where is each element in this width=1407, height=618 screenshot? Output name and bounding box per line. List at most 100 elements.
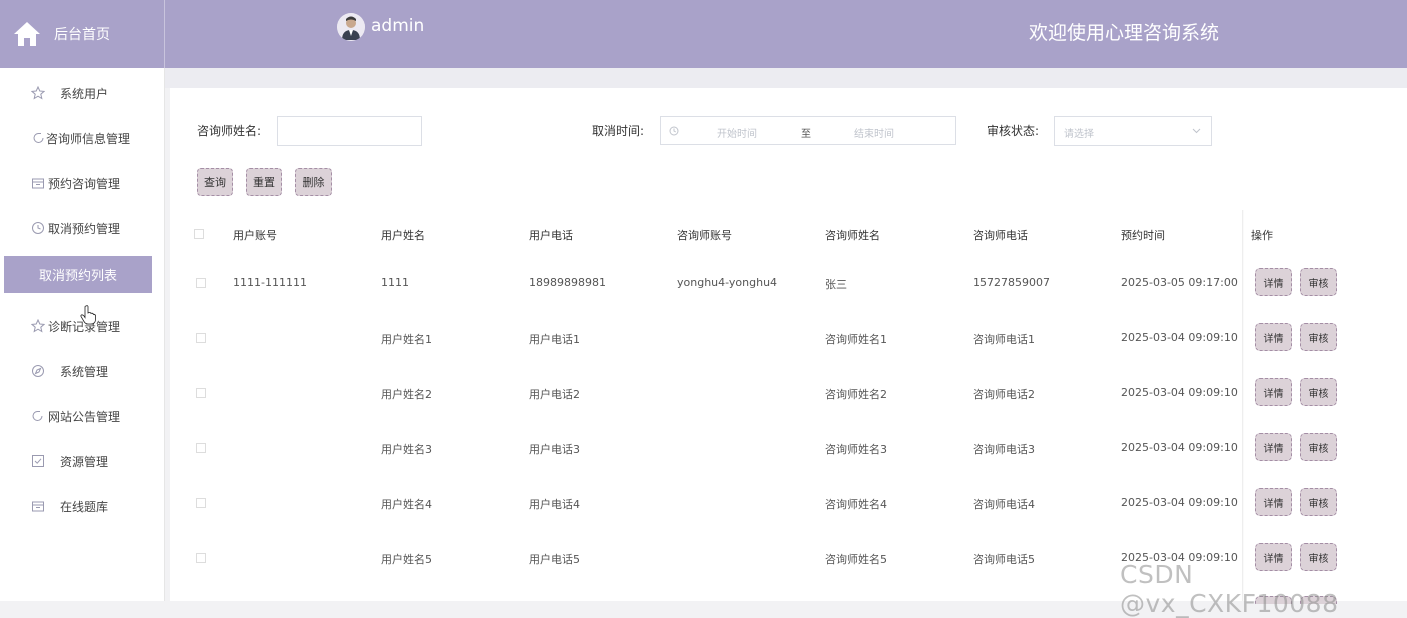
cell-appointment-time: 2025-03-05 09:17:00 (1121, 276, 1238, 289)
home-link[interactable]: 后台首页 (0, 0, 165, 68)
row-checkbox[interactable] (196, 388, 206, 398)
cell-counselor-account: yonghu4-yonghu4 (677, 276, 778, 289)
detail-button[interactable]: 详情 (1255, 378, 1292, 406)
user-avatar-icon (337, 13, 365, 41)
end-time-input[interactable]: 结束时间 (854, 125, 894, 140)
sidebar-item-counselor-info[interactable]: 咨询师信息管理 (0, 123, 196, 153)
main-content: 咨询师姓名: 取消时间: 开始时间 至 结束时间 审核状态: 请选择 查询 重置… (170, 88, 1407, 604)
box-icon (32, 178, 44, 189)
cancel-time-label: 取消时间: (592, 124, 645, 138)
sidebar-item-system-management[interactable]: 系统管理 (0, 356, 195, 386)
select-all-checkbox[interactable] (194, 229, 204, 239)
sidebar-item-label: 系统用户 (60, 86, 109, 101)
sidebar-item-announcements[interactable]: 网站公告管理 (0, 401, 195, 431)
loop-icon (33, 132, 44, 143)
cell-user-name: 用户姓名4 (381, 498, 432, 511)
top-header: 后台首页 admin 欢迎使用心理咨询系统 (0, 0, 1407, 68)
col-header-user-name: 用户姓名 (381, 229, 425, 242)
chevron-down-icon (1192, 128, 1201, 134)
cell-counselor-phone: 15727859007 (973, 276, 1050, 289)
cell-counselor-name: 咨询师姓名3 (825, 443, 887, 456)
cell-counselor-phone: 咨询师电话2 (973, 388, 1035, 401)
audit-button[interactable]: 审核 (1300, 268, 1337, 296)
row-checkbox[interactable] (196, 278, 206, 288)
sidebar-item-cancel-list[interactable]: 取消预约列表 (4, 256, 152, 293)
audit-button[interactable]: 审核 (1300, 488, 1337, 516)
detail-button[interactable]: 详情 (1255, 323, 1292, 351)
fixed-column-shadow (1242, 210, 1244, 601)
row-checkbox[interactable] (196, 498, 206, 508)
sidebar-item-diagnosis[interactable]: 诊断记录管理 (0, 311, 195, 341)
sidebar-item-label: 咨询师信息管理 (46, 131, 131, 146)
query-button[interactable]: 查询 (197, 168, 233, 196)
row-checkbox[interactable] (196, 443, 206, 453)
col-header-user-account: 用户账号 (233, 229, 277, 242)
sidebar-item-label: 在线题库 (60, 499, 109, 514)
sidebar-item-system-users[interactable]: 系统用户 (0, 78, 195, 108)
content-top-strip (164, 68, 1407, 88)
reset-button[interactable]: 重置 (246, 168, 282, 196)
sidebar-item-question-bank[interactable]: 在线题库 (0, 491, 195, 521)
audit-status-label: 审核状态: (987, 124, 1040, 138)
cell-user-name: 用户姓名1 (381, 333, 432, 346)
audit-button[interactable]: 审核 (1300, 378, 1337, 406)
cell-user-name: 用户姓名5 (381, 553, 432, 566)
cell-user-phone: 用户电话3 (529, 443, 580, 456)
cell-counselor-phone: 咨询师电话3 (973, 443, 1035, 456)
sidebar-item-label: 资源管理 (60, 454, 109, 469)
cell-counselor-phone: 咨询师电话4 (973, 498, 1035, 511)
watermark: CSDN @vx_CXKF10088 (1120, 560, 1339, 618)
sidebar-item-appointment[interactable]: 预约咨询管理 (0, 168, 195, 198)
detail-button[interactable]: 详情 (1255, 268, 1292, 296)
compass-icon (32, 365, 44, 377)
cell-user-name: 用户姓名3 (381, 443, 432, 456)
audit-status-placeholder: 请选择 (1064, 129, 1094, 140)
cell-user-phone: 18989898981 (529, 276, 606, 289)
sidebar-item-cancel-appointment[interactable]: 取消预约管理 (0, 213, 195, 243)
cell-appointment-time: 2025-03-04 09:09:10 (1121, 441, 1238, 454)
start-time-input[interactable]: 开始时间 (717, 125, 757, 140)
cell-user-account: 1111-111111 (233, 276, 307, 289)
cell-counselor-name: 咨询师姓名1 (825, 333, 887, 346)
clock-icon (669, 126, 679, 136)
sidebar-item-label: 预约咨询管理 (48, 176, 121, 191)
audit-status-select[interactable]: 请选择 (1054, 116, 1212, 146)
col-header-counselor-name: 咨询师姓名 (825, 229, 880, 242)
box-icon (32, 501, 44, 512)
site-title: 欢迎使用心理咨询系统 (1029, 22, 1220, 44)
home-icon (14, 22, 40, 46)
col-header-counselor-phone: 咨询师电话 (973, 229, 1028, 242)
star-icon (31, 319, 45, 333)
cell-appointment-time: 2025-03-04 09:09:10 (1121, 386, 1238, 399)
sidebar-item-resources[interactable]: 资源管理 (0, 446, 195, 476)
audit-button[interactable]: 审核 (1300, 433, 1337, 461)
cell-counselor-phone: 咨询师电话1 (973, 333, 1035, 346)
sidebar: 系统用户 咨询师信息管理 预约咨询管理 取消预约管理 取消预约列表 诊断记录管理… (0, 68, 165, 601)
counselor-name-input[interactable] (277, 116, 422, 146)
row-checkbox[interactable] (196, 553, 206, 563)
counselor-name-label: 咨询师姓名: (197, 124, 262, 138)
cell-user-phone: 用户电话2 (529, 388, 580, 401)
cell-user-name: 用户姓名2 (381, 388, 432, 401)
sidebar-item-label: 系统管理 (60, 364, 109, 379)
home-label: 后台首页 (54, 27, 110, 43)
sidebar-item-label: 取消预约列表 (38, 269, 117, 284)
col-header-user-phone: 用户电话 (529, 229, 573, 242)
cell-appointment-time: 2025-03-04 09:09:10 (1121, 331, 1238, 344)
delete-button[interactable]: 删除 (295, 168, 332, 196)
cell-counselor-name: 咨询师姓名4 (825, 498, 887, 511)
cancel-time-range-picker[interactable]: 开始时间 至 结束时间 (660, 116, 956, 145)
cell-counselor-name: 咨询师姓名2 (825, 388, 887, 401)
cell-appointment-time: 2025-03-04 09:09:10 (1121, 496, 1238, 509)
cell-counselor-name: 张三 (825, 278, 847, 291)
avatar[interactable] (337, 13, 365, 41)
sidebar-item-label: 网站公告管理 (48, 409, 121, 424)
hand-cursor-icon (80, 305, 96, 325)
loop-icon (32, 410, 43, 421)
audit-button[interactable]: 审核 (1300, 323, 1337, 351)
cell-user-phone: 用户电话1 (529, 333, 580, 346)
detail-button[interactable]: 详情 (1255, 488, 1292, 516)
cell-user-phone: 用户电话5 (529, 553, 580, 566)
row-checkbox[interactable] (196, 333, 206, 343)
detail-button[interactable]: 详情 (1255, 433, 1292, 461)
